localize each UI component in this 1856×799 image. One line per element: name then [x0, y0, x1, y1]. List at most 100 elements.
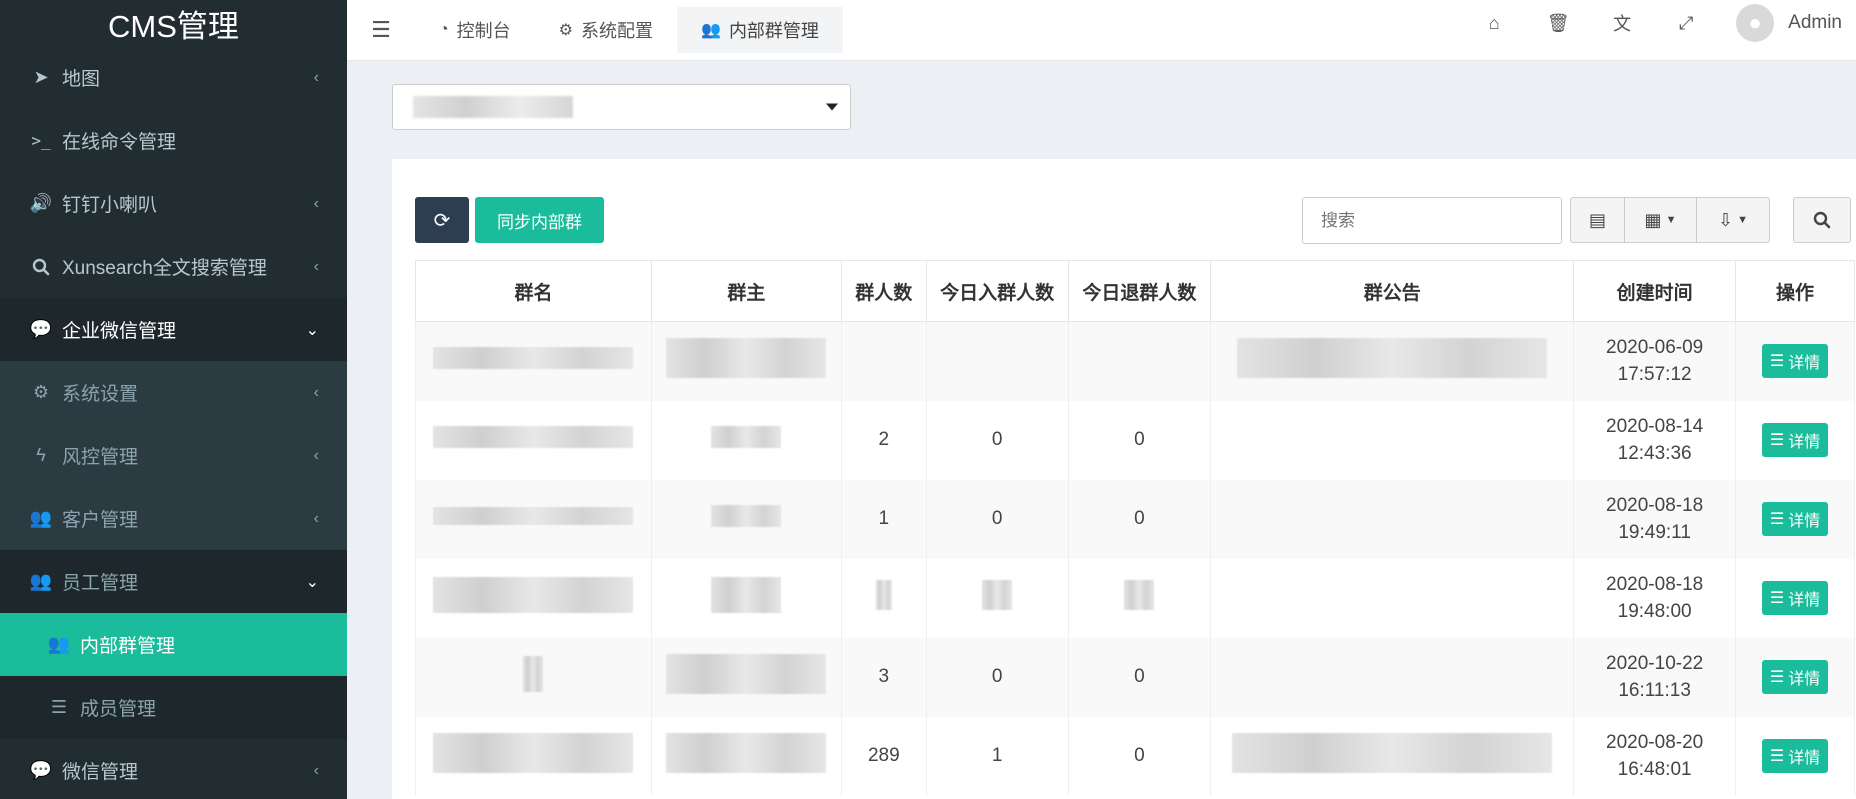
tab-internal-groups[interactable]: 👥 内部群管理 [677, 7, 843, 53]
caret-down-icon [826, 103, 838, 111]
col-group-name[interactable]: 群名 [415, 260, 652, 322]
sidebar-item-employees[interactable]: 👥 员工管理 ⌄ [0, 550, 347, 613]
content-panel: ⟳ 同步内部群 ▤ ▦▼ ⇩▼ 群名 群主 群人数 今日入群人数 今日退群人数 … [392, 159, 1856, 799]
detail-label: 详情 [1788, 434, 1821, 451]
sidebar-item-map[interactable]: ➤ 地图 ‹ [0, 46, 347, 109]
redacted-value [413, 96, 573, 118]
menu-toggle-icon[interactable]: ☰ [347, 7, 415, 53]
brand-title[interactable]: CMS管理 [0, 0, 347, 46]
col-actions: 操作 [1735, 260, 1855, 322]
redacted-value [523, 656, 544, 692]
sidebar-item-label: 钉钉小喇叭 [62, 195, 158, 216]
sidebar-item-risk[interactable]: ϟ 风控管理 ‹ [0, 424, 347, 487]
sidebar-item-customers[interactable]: 👥 客户管理 ‹ [0, 487, 347, 550]
cell-owner [650, 479, 842, 559]
fullscreen-icon[interactable]: ⤢ [1654, 0, 1718, 46]
redacted-value [433, 733, 634, 773]
redacted-value [433, 426, 634, 448]
chevron-left-icon: ‹ [313, 194, 319, 212]
cell-actions: ☰ 详情 [1735, 637, 1855, 717]
list-icon: ☰ [1769, 432, 1785, 449]
created-time: 16:48:01 [1617, 759, 1692, 780]
created-date: 2020-10-22 [1606, 653, 1704, 674]
home-icon[interactable]: ⌂ [1462, 0, 1526, 46]
sync-groups-button[interactable]: 同步内部群 [475, 197, 604, 243]
detail-button[interactable]: ☰ 详情 [1761, 581, 1829, 615]
created-time: 12:43:36 [1617, 443, 1692, 464]
chevron-down-icon: ⌄ [305, 321, 319, 339]
sidebar-item-wechat[interactable]: 💬 微信管理 ‹ [0, 739, 347, 799]
sidebar-item-wecom[interactable]: 💬 企业微信管理 ⌄ [0, 298, 347, 361]
columns-button[interactable]: ▦ ▼ [1625, 198, 1697, 242]
col-member-count[interactable]: 群人数 [840, 260, 927, 322]
tab-label: 内部群管理 [728, 21, 819, 41]
sidebar-item-members[interactable]: ☰ 成员管理 [0, 676, 347, 739]
sidebar-item-xunsearch[interactable]: Xunsearch全文搜索管理 ‹ [0, 235, 347, 298]
detail-label: 详情 [1788, 355, 1821, 373]
sidebar-item-label: 员工管理 [62, 573, 139, 594]
col-left-today[interactable]: 今日退群人数 [1067, 260, 1212, 322]
detail-button[interactable]: ☰ 详情 [1761, 344, 1829, 379]
redacted-value [1237, 338, 1548, 379]
top-header: ☰ ◔ 控制台 ⚙ 系统配置 👥 内部群管理 ⌂ 🗑 文 ⤢ ● Admin [347, 0, 1856, 61]
tab-label: 系统配置 [581, 21, 654, 41]
trash-icon[interactable]: 🗑 [1526, 0, 1590, 46]
sidebar-item-system-settings[interactable]: ⚙ 系统设置 ‹ [0, 361, 347, 424]
cell-group-name [415, 479, 652, 559]
cell-joined [925, 321, 1069, 401]
created-time: 19:48:00 [1617, 601, 1692, 622]
detail-button[interactable]: ☰ 详情 [1761, 660, 1829, 694]
list-icon: ☰ [1769, 590, 1785, 607]
group-select[interactable] [392, 84, 851, 130]
cell-actions: ☰ 详情 [1735, 716, 1855, 796]
cell-joined [925, 558, 1069, 638]
created-date: 2020-06-09 [1606, 337, 1704, 359]
redacted-value [666, 654, 827, 694]
cell-members: 3 [840, 637, 927, 717]
detail-label: 详情 [1788, 750, 1821, 767]
col-owner[interactable]: 群主 [650, 260, 842, 322]
created-date: 2020-08-14 [1606, 416, 1704, 437]
sidebar-item-label: 客户管理 [62, 510, 139, 531]
list-icon: ☰ [1769, 353, 1785, 371]
redacted-value [433, 577, 634, 613]
detail-label: 详情 [1788, 592, 1821, 609]
col-created[interactable]: 创建时间 [1573, 260, 1737, 322]
user-menu[interactable]: ● Admin [1718, 4, 1856, 42]
translate-icon[interactable]: 文 [1590, 0, 1654, 46]
search-input[interactable] [1302, 197, 1562, 244]
gear-icon: ⚙ [32, 382, 50, 402]
cell-created: 2020-08-18 19:48:00 [1573, 558, 1737, 638]
cell-group-name [415, 716, 652, 796]
detail-button[interactable]: ☰ 详情 [1761, 502, 1829, 536]
tab-label: 控制台 [456, 21, 511, 41]
toggle-view-button[interactable]: ▤ [1571, 198, 1625, 242]
refresh-icon: ⟳ [433, 209, 451, 232]
sidebar-item-internal-groups[interactable]: 👥 内部群管理 [0, 613, 347, 676]
cell-notice [1210, 479, 1575, 559]
sidebar-item-dingtalk[interactable]: 🔊 钉钉小喇叭 ‹ [0, 172, 347, 235]
list-view-icon: ▤ [1588, 209, 1606, 230]
sidebar-item-label: 风控管理 [62, 447, 139, 468]
cell-joined: 1 [925, 716, 1069, 796]
detail-label: 详情 [1788, 513, 1821, 530]
chevron-left-icon: ‹ [313, 257, 319, 275]
col-notice[interactable]: 群公告 [1210, 260, 1575, 322]
user-name: Admin [1788, 12, 1842, 33]
cell-members [840, 321, 927, 401]
redacted-value [666, 733, 827, 773]
refresh-button[interactable]: ⟳ [415, 197, 469, 243]
table-header-row: 群名 群主 群人数 今日入群人数 今日退群人数 群公告 创建时间 操作 [415, 260, 1855, 322]
col-joined-today[interactable]: 今日入群人数 [925, 260, 1069, 322]
detail-button[interactable]: ☰ 详情 [1761, 739, 1829, 773]
cell-left: 0 [1067, 400, 1212, 480]
tab-dashboard[interactable]: ◔ 控制台 [415, 7, 535, 53]
sidebar-item-online-command[interactable]: >_ 在线命令管理 [0, 109, 347, 172]
tab-system-config[interactable]: ⚙ 系统配置 [535, 7, 677, 53]
export-button[interactable]: ⇩ ▼ [1697, 198, 1769, 242]
list-icon: ☰ [50, 697, 68, 717]
search-button[interactable] [1793, 197, 1851, 243]
detail-button[interactable]: ☰ 详情 [1761, 423, 1829, 457]
sidebar-item-label: 在线命令管理 [62, 132, 177, 153]
table-row: 1 0 0 2020-08-18 19:49:11 ☰ 详情 [415, 479, 1855, 559]
